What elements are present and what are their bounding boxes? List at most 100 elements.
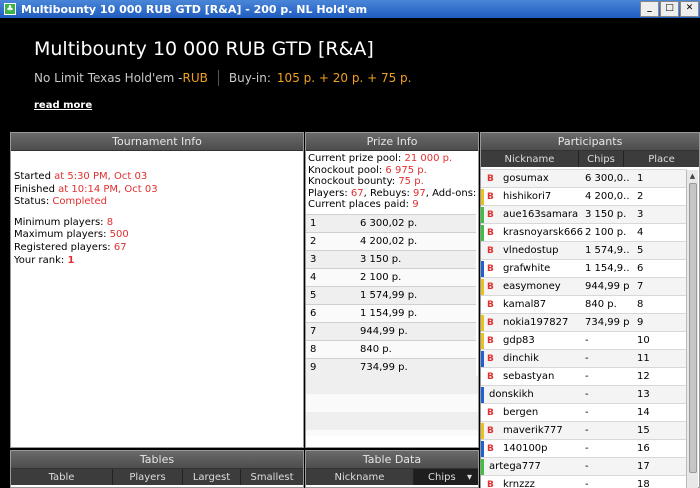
column-header-players[interactable]: Players: [113, 469, 183, 485]
participant-nickname: gdp83: [503, 335, 535, 346]
participant-row[interactable]: Bgrafwhite 1 154,9... 6: [481, 259, 687, 277]
status-label: Status:: [14, 196, 53, 208]
participant-nickname: maverik777: [503, 425, 563, 436]
column-header-nickname[interactable]: Nickname: [481, 151, 579, 167]
prize-place: 9: [306, 357, 356, 377]
window-titlebar[interactable]: ♣ Multibounty 10 000 RUB GTD [R&A] - 200…: [0, 0, 700, 18]
bounty-icon: B: [487, 173, 494, 184]
player-status-bar: [481, 387, 484, 403]
participant-row[interactable]: Bgdp83 - 10: [481, 331, 687, 349]
participant-row[interactable]: Beasymoney 944,99 p. 7: [481, 277, 687, 295]
prize-row: 9 734,99 p.: [306, 357, 476, 377]
prize-place: 7: [306, 321, 356, 341]
max-players-line: Maximum players: 500: [14, 229, 300, 242]
column-header-nickname[interactable]: Nickname: [306, 469, 414, 485]
header-divider: [217, 70, 219, 86]
participant-row[interactable]: Bbergen - 14: [481, 403, 687, 421]
players-label: Players:: [308, 187, 351, 199]
started-value: at 5:30 PM, Oct 03: [54, 171, 148, 182]
maximize-icon[interactable]: □: [660, 1, 679, 17]
participants-scrollbar[interactable]: ▲: [686, 170, 698, 488]
knockout-pool-label: Knockout pool:: [308, 164, 386, 176]
participant-place: 16: [637, 443, 650, 454]
participant-row[interactable]: Bmaverik777 - 15: [481, 421, 687, 439]
knockout-pool-line: Knockout pool: 6 975 p.: [308, 165, 476, 177]
bounty-icon: B: [487, 443, 494, 454]
participant-row[interactable]: Bgosumax 6 300,0... 1: [481, 169, 687, 187]
prize-row: 24 200,02 p.: [306, 231, 476, 251]
prize-amount: 4 200,02 p.: [356, 231, 476, 251]
max-players-value: 500: [109, 229, 129, 241]
participant-chips: -: [585, 443, 589, 454]
participant-row[interactable]: Bvlnedostup 1 574,9... 5: [481, 241, 687, 259]
participant-place: 11: [637, 353, 650, 364]
participant-nickname: krasnoyarsk666: [503, 227, 583, 238]
tournament-title: Multibounty 10 000 RUB GTD [R&A]: [34, 38, 374, 60]
scroll-up-icon[interactable]: ▲: [687, 170, 698, 182]
tournament-info-heading: Tournament Info: [11, 133, 303, 151]
minimize-icon[interactable]: _: [640, 1, 659, 17]
participant-row[interactable]: Bkrnzzz - 18: [481, 475, 687, 488]
tables-heading: Tables: [11, 451, 303, 469]
rank-label: Your rank:: [14, 254, 68, 266]
participant-chips: -: [585, 461, 589, 472]
participant-row[interactable]: Bdinchik - 11: [481, 349, 687, 367]
prize-amount: 2 100 p.: [356, 267, 476, 287]
player-status-bar: [481, 423, 484, 439]
column-header-table[interactable]: Table: [11, 469, 113, 485]
bounty-icon: B: [487, 299, 494, 310]
started-label: Started: [14, 171, 55, 182]
buyin-label: Buy-in:: [228, 71, 271, 85]
rebuys-label: , Rebuys:: [363, 187, 413, 199]
players-value: 67: [350, 187, 364, 199]
player-status-bar: [481, 279, 484, 295]
knockout-bounty-label: Knockout bounty:: [308, 176, 399, 188]
participant-place: 14: [637, 407, 650, 418]
prize-amount: 6 300,02 p.: [356, 213, 476, 233]
participant-nickname: krnzzz: [503, 479, 535, 488]
column-header-chips[interactable]: Chips: [579, 151, 624, 167]
player-status-bar: [481, 315, 484, 331]
participant-chips: -: [585, 353, 589, 364]
read-more-link[interactable]: read more: [34, 100, 92, 111]
prize-amount: 1 154,99 p.: [356, 303, 476, 323]
participant-row[interactable]: Bhishikori7 4 200,0... 2: [481, 187, 687, 205]
participant-row[interactable]: donskikh - 13: [481, 385, 687, 403]
bounty-icon: B: [487, 407, 494, 418]
bounty-icon: B: [487, 425, 494, 436]
prize-place: 4: [306, 267, 356, 287]
window-title: Multibounty 10 000 RUB GTD [R&A] - 200 p…: [21, 2, 368, 16]
column-header-largest[interactable]: Largest: [183, 469, 241, 485]
scroll-thumb[interactable]: [689, 183, 697, 473]
participant-place: 17: [637, 461, 650, 472]
players-rebuys-line: Players: 67, Rebuys: 97, Add-ons: 36: [308, 187, 492, 200]
participant-place: 6: [637, 263, 644, 274]
rank-line: Your rank: 1: [14, 255, 300, 268]
prize-place: 8: [306, 339, 356, 359]
participant-row[interactable]: Bsebastyan - 12: [481, 367, 687, 385]
participant-place: 13: [637, 389, 650, 400]
participant-row[interactable]: Bnokia197827 734,99 p. 9: [481, 313, 687, 331]
participant-row[interactable]: B 140100p - 16: [481, 439, 687, 457]
participant-row[interactable]: Bkamal87 840 p. 8: [481, 295, 687, 313]
participant-chips: 734,99 p.: [585, 317, 629, 328]
participant-row[interactable]: artega777 - 17: [481, 457, 687, 475]
game-type: No Limit Texas Hold'em -: [34, 71, 183, 85]
column-header-chips-sorted[interactable]: Chips ▾: [414, 469, 478, 485]
participant-row[interactable]: Bkrasnoyarsk666 2 100 p. 4: [481, 223, 687, 241]
participant-place: 3: [637, 209, 644, 220]
participant-row[interactable]: Baue163samara 3 150 p. 3: [481, 205, 687, 223]
prize-row: 42 100 p.: [306, 267, 476, 287]
participant-place: 8: [637, 299, 644, 310]
column-header-smallest[interactable]: Smallest: [241, 469, 303, 485]
prize-row: 51 574,99 p.: [306, 285, 476, 305]
participant-place: 10: [637, 335, 650, 346]
close-icon[interactable]: ✕: [680, 1, 699, 17]
participant-chips: -: [585, 479, 589, 488]
column-header-place[interactable]: Place: [624, 151, 699, 167]
prize-row: 61 154,99 p.: [306, 303, 476, 323]
knockout-bounty-value: 75 p.: [398, 176, 424, 188]
prize-table: 16 300,02 p. 2 4 200,02 p. 3 3 150 p. 4 2 100 …: [306, 213, 476, 377]
prize-row: 33 150 p.: [306, 249, 476, 269]
buyin-value: 105 p. + 20 p. + 75 p.: [276, 71, 412, 85]
